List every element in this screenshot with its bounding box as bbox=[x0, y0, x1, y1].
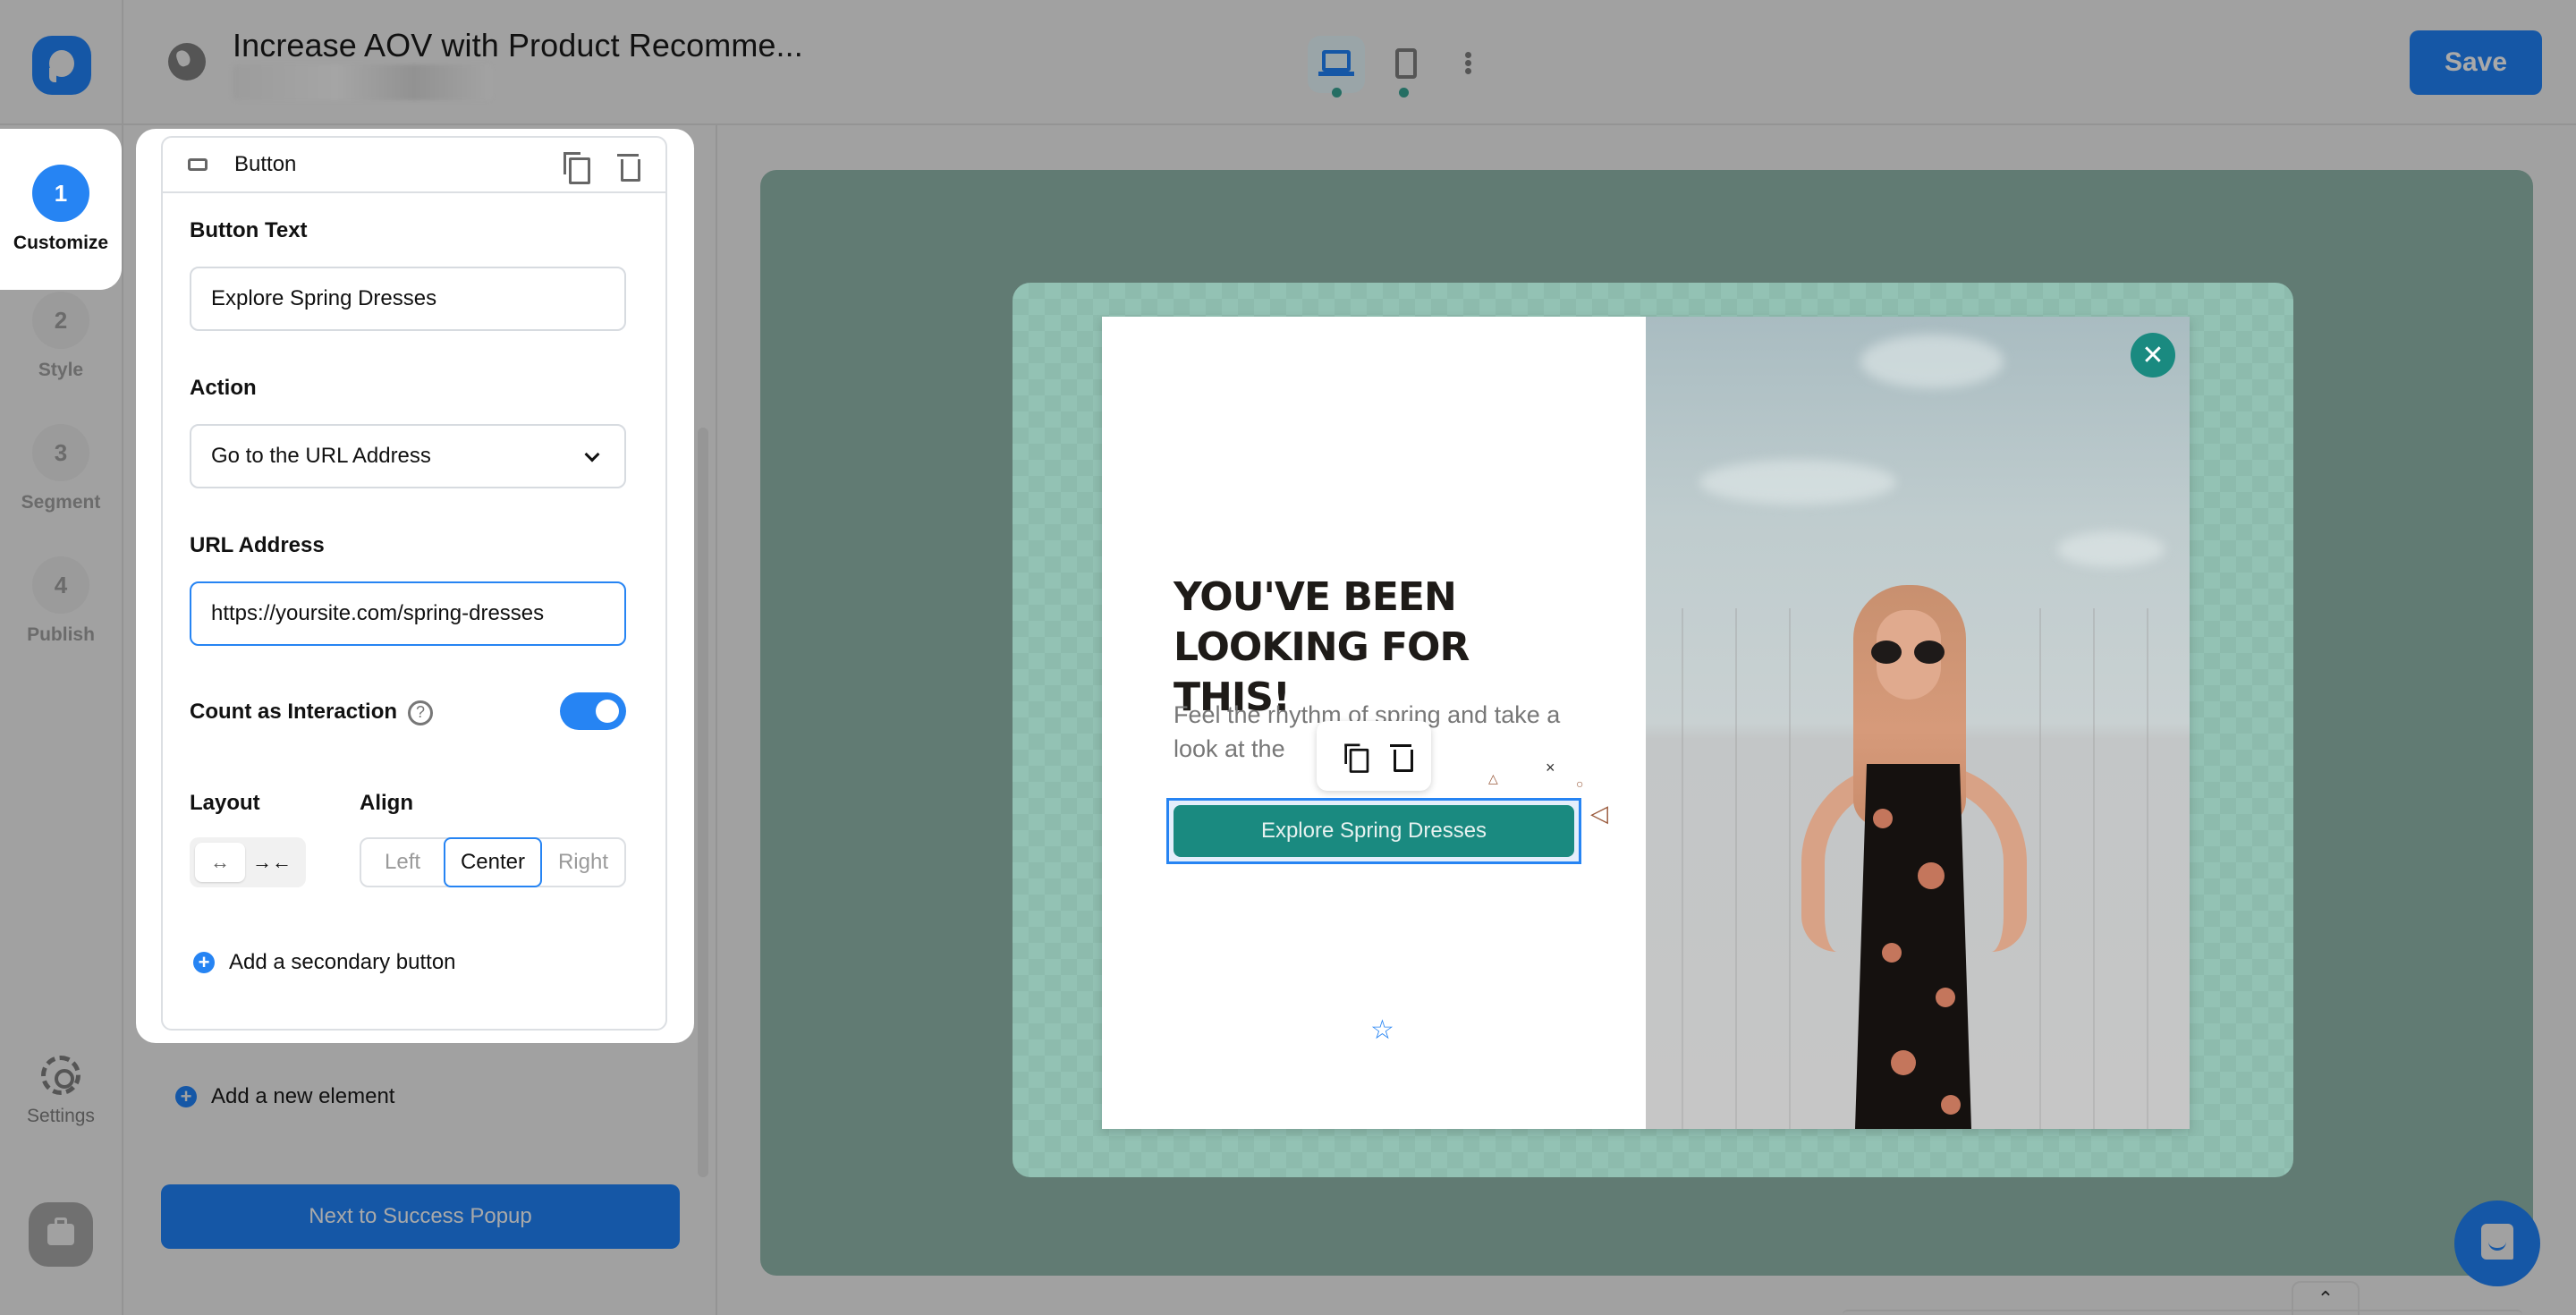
gear-icon bbox=[41, 1056, 80, 1095]
next-to-success-popup-button[interactable]: Next to Success Popup bbox=[161, 1184, 680, 1249]
fence-line bbox=[2093, 608, 2095, 1129]
duplicate-icon[interactable] bbox=[1344, 743, 1369, 773]
decor-circle-icon: ○ bbox=[1576, 776, 1584, 791]
dress-flower bbox=[1891, 1050, 1916, 1075]
chevron-down-icon bbox=[584, 446, 600, 462]
floating-element-toolbar bbox=[1317, 721, 1431, 791]
align-left-option[interactable]: Left bbox=[361, 839, 444, 886]
step-style[interactable]: 2 Style bbox=[0, 292, 122, 381]
fence-line bbox=[1682, 608, 1683, 1129]
cloud bbox=[1860, 335, 2004, 388]
element-settings-panel: Button Button Text Explore Spring Dresse… bbox=[136, 129, 694, 1043]
laptop-icon bbox=[1322, 50, 1351, 72]
floral-dress bbox=[1855, 764, 1971, 1129]
step-number: 3 bbox=[32, 424, 89, 481]
mobile-status-dot bbox=[1399, 88, 1409, 98]
desktop-view-button[interactable] bbox=[1308, 36, 1365, 93]
duplicate-icon[interactable] bbox=[564, 152, 590, 184]
briefcase-button[interactable] bbox=[29, 1202, 93, 1267]
fence-line bbox=[1735, 608, 1737, 1129]
button-element-icon bbox=[188, 158, 208, 171]
button-text-label: Button Text bbox=[190, 218, 308, 242]
layout-fit-content-option[interactable]: →← bbox=[247, 843, 297, 882]
save-button[interactable]: Save bbox=[2410, 30, 2542, 95]
popup-close-button[interactable]: ✕ bbox=[2131, 333, 2175, 378]
app-logo[interactable] bbox=[32, 36, 91, 95]
step-label: Style bbox=[38, 360, 84, 380]
step-number: 2 bbox=[32, 292, 89, 349]
layout-segmented-control: ↔ →← bbox=[190, 837, 306, 887]
desktop-status-dot bbox=[1332, 88, 1342, 98]
add-secondary-label: Add a secondary button bbox=[229, 950, 456, 974]
mobile-icon bbox=[1395, 48, 1417, 79]
count-interaction-label: Count as Interaction bbox=[190, 700, 398, 724]
url-input[interactable]: https://yoursite.com/spring-dresses bbox=[190, 581, 626, 646]
layout-label: Layout bbox=[190, 791, 260, 815]
decor-triangle-icon: ◁ bbox=[1590, 800, 1608, 827]
action-label: Action bbox=[190, 376, 257, 400]
chevron-up-icon: ⌃ bbox=[2317, 1287, 2334, 1310]
plus-circle-icon: + bbox=[193, 952, 215, 973]
settings-label: Settings bbox=[27, 1106, 95, 1126]
trash-icon[interactable] bbox=[1390, 744, 1413, 772]
trash-icon[interactable] bbox=[617, 154, 640, 182]
cloud bbox=[1699, 460, 1896, 505]
count-interaction-toggle[interactable] bbox=[560, 692, 626, 730]
settings-nav-item[interactable]: Settings bbox=[0, 1056, 122, 1127]
campaign-subtitle-redacted bbox=[233, 64, 492, 100]
briefcase-icon bbox=[47, 1224, 74, 1245]
element-title: Button bbox=[234, 152, 297, 176]
panel-divider bbox=[716, 125, 717, 1315]
url-label: URL Address bbox=[190, 533, 325, 557]
cloud bbox=[2057, 531, 2165, 567]
align-label: Align bbox=[360, 791, 413, 815]
globe-icon bbox=[168, 43, 206, 81]
add-element-label: Add a new element bbox=[211, 1084, 395, 1108]
count-interaction-row: Count as Interaction? bbox=[190, 700, 434, 725]
step-number: 4 bbox=[32, 556, 89, 614]
dress-flower bbox=[1882, 943, 1902, 963]
mobile-view-button[interactable] bbox=[1388, 36, 1424, 93]
align-center-option[interactable]: Center bbox=[444, 837, 542, 887]
align-segmented-control: Left Center Right bbox=[360, 837, 626, 887]
action-selected-value: Go to the URL Address bbox=[211, 444, 431, 468]
step-label: Customize bbox=[13, 233, 109, 253]
decor-triangle-icon: △ bbox=[1488, 771, 1498, 785]
help-icon[interactable]: ? bbox=[408, 700, 434, 725]
add-secondary-button[interactable]: + Add a secondary button bbox=[193, 950, 456, 975]
align-right-option[interactable]: Right bbox=[542, 839, 624, 886]
dress-flower bbox=[1941, 1095, 1961, 1115]
laptop-base bbox=[1318, 72, 1354, 76]
step-publish[interactable]: 4 Publish bbox=[0, 556, 122, 646]
dress-flower bbox=[1918, 862, 1945, 889]
support-chat-button[interactable] bbox=[2454, 1200, 2540, 1286]
button-text-input[interactable]: Explore Spring Dresses bbox=[190, 267, 626, 331]
popup-cta-button[interactable]: Explore Spring Dresses bbox=[1174, 805, 1574, 857]
campaign-title[interactable]: Increase AOV with Product Recomme... bbox=[233, 27, 803, 64]
popup-hero-image[interactable] bbox=[1646, 317, 2190, 1129]
plus-circle-icon: + bbox=[175, 1086, 197, 1107]
step-number: 1 bbox=[32, 165, 89, 222]
sunglasses bbox=[1871, 641, 1946, 664]
action-select[interactable]: Go to the URL Address bbox=[190, 424, 626, 488]
dress-flower bbox=[1936, 988, 1955, 1007]
more-options-icon[interactable] bbox=[1463, 52, 1472, 77]
panel-scrollbar[interactable] bbox=[698, 428, 708, 1177]
step-label: Segment bbox=[21, 492, 101, 513]
add-new-element-button[interactable]: + Add a new element bbox=[175, 1084, 394, 1109]
element-header[interactable]: Button bbox=[163, 138, 665, 193]
model-figure bbox=[1780, 585, 2048, 1129]
star-icon: ☆ bbox=[1370, 1015, 1394, 1045]
fence-line bbox=[2147, 608, 2148, 1129]
step-label: Publish bbox=[27, 624, 95, 645]
decor-x-icon: × bbox=[1546, 759, 1555, 776]
layout-full-width-option[interactable]: ↔ bbox=[195, 843, 245, 882]
bottom-drawer-edge bbox=[1843, 1310, 2522, 1315]
step-customize[interactable]: 1 Customize bbox=[0, 129, 122, 290]
step-segment[interactable]: 3 Segment bbox=[0, 424, 122, 513]
dress-flower bbox=[1873, 809, 1893, 828]
